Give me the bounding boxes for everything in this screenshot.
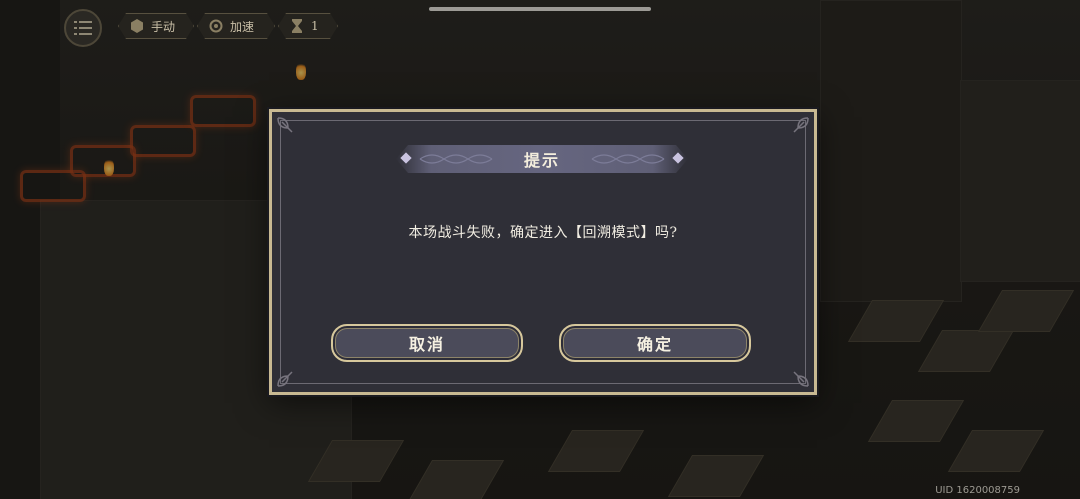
confirm-dialog: 提示 本场战斗失败，确定进入【回溯模式】吗? 取消 确定 — [269, 109, 817, 395]
user-uid: UID 1620008759 — [935, 485, 1020, 496]
corner-ornament-icon — [793, 117, 809, 133]
turn-count: 1 — [311, 19, 319, 33]
speed-gear-icon — [208, 18, 224, 34]
list-menu-icon — [74, 21, 92, 35]
speed-up-button[interactable]: 加速 — [197, 13, 275, 39]
dialog-message: 本场战斗失败，确定进入【回溯模式】吗? — [408, 225, 678, 241]
corner-ornament-icon — [277, 371, 293, 387]
cancel-button[interactable]: 取消 — [331, 324, 523, 362]
home-indicator[interactable] — [429, 7, 651, 11]
menu-button[interactable] — [64, 9, 102, 47]
hourglass-icon — [289, 18, 305, 34]
turn-counter[interactable]: 1 — [278, 13, 338, 39]
manual-mode-button[interactable]: 手动 — [118, 13, 194, 39]
corner-ornament-icon — [277, 117, 293, 133]
corner-ornament-icon — [793, 371, 809, 387]
dialog-title-bar: 提示 — [396, 145, 688, 173]
hexagon-icon — [129, 18, 145, 34]
confirm-button[interactable]: 确定 — [559, 324, 751, 362]
manual-mode-label: 手动 — [151, 19, 176, 34]
speed-up-label: 加速 — [230, 19, 255, 34]
dialog-title: 提示 — [523, 151, 560, 170]
